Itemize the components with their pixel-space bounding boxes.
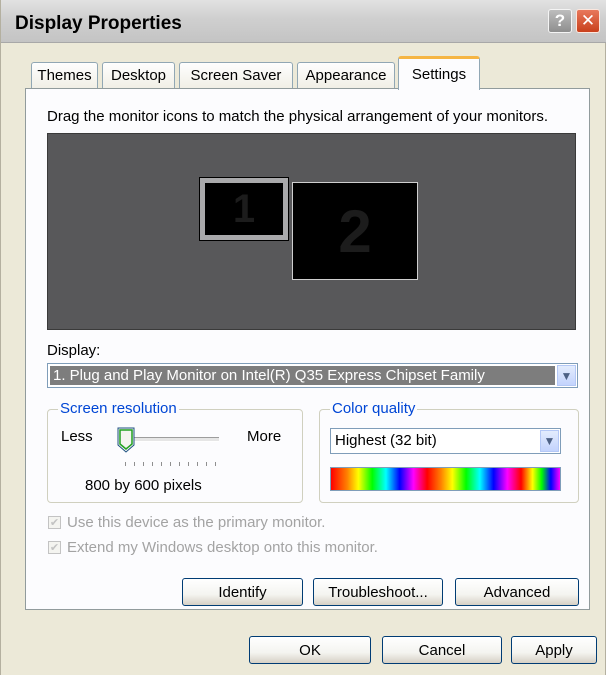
display-properties-window: Display Properties ? ✕ Themes Desktop Sc… bbox=[0, 0, 606, 675]
window-title: Display Properties bbox=[15, 13, 182, 34]
tab-settings[interactable]: Settings bbox=[398, 56, 480, 90]
checkmark-icon: ✔ bbox=[48, 516, 61, 529]
resolution-slider-ticks bbox=[125, 462, 221, 466]
resolution-more-label: More bbox=[247, 428, 282, 445]
screen-resolution-title: Screen resolution bbox=[58, 400, 179, 417]
color-quality-title: Color quality bbox=[330, 400, 418, 417]
resolution-slider-track[interactable] bbox=[121, 437, 219, 442]
display-select[interactable]: 1. Plug and Play Monitor on Intel(R) Q35… bbox=[47, 363, 578, 388]
tab-themes[interactable]: Themes bbox=[31, 62, 98, 88]
color-quality-value: Highest (32 bit) bbox=[335, 432, 437, 449]
chevron-down-icon[interactable]: ▼ bbox=[540, 430, 559, 452]
apply-button[interactable]: Apply bbox=[511, 636, 597, 664]
tab-desktop[interactable]: Desktop bbox=[102, 62, 175, 88]
title-bar[interactable]: Display Properties ? ✕ bbox=[1, 0, 606, 43]
troubleshoot-button[interactable]: Troubleshoot... bbox=[313, 578, 443, 606]
primary-monitor-checkbox[interactable]: ✔ Use this device as the primary monitor… bbox=[48, 514, 325, 531]
extend-desktop-label: Extend my Windows desktop onto this moni… bbox=[67, 539, 378, 556]
identify-button[interactable]: Identify bbox=[182, 578, 303, 606]
help-icon: ? bbox=[554, 11, 566, 30]
close-button[interactable]: ✕ bbox=[576, 9, 600, 33]
cancel-button[interactable]: Cancel bbox=[382, 636, 502, 664]
instruction-text: Drag the monitor icons to match the phys… bbox=[47, 108, 549, 125]
color-quality-preview bbox=[330, 467, 561, 491]
advanced-button[interactable]: Advanced bbox=[455, 578, 579, 606]
resolution-slider-thumb[interactable] bbox=[117, 427, 135, 453]
display-label: Display: bbox=[47, 342, 101, 359]
help-button[interactable]: ? bbox=[548, 9, 572, 33]
display-select-value: 1. Plug and Play Monitor on Intel(R) Q35… bbox=[50, 366, 555, 385]
close-icon: ✕ bbox=[580, 11, 596, 30]
tab-appearance[interactable]: Appearance bbox=[297, 62, 395, 88]
monitor-2-number: 2 bbox=[338, 197, 372, 265]
monitor-arrangement-area[interactable]: 1 2 bbox=[47, 133, 576, 330]
monitor-2-icon[interactable]: 2 bbox=[292, 182, 418, 280]
primary-monitor-label: Use this device as the primary monitor. bbox=[67, 514, 326, 531]
monitor-1-icon[interactable]: 1 bbox=[199, 177, 289, 241]
resolution-value: 800 by 600 pixels bbox=[85, 477, 202, 494]
monitor-1-number: 1 bbox=[232, 186, 256, 231]
tab-screen-saver[interactable]: Screen Saver bbox=[179, 62, 293, 88]
extend-desktop-checkbox[interactable]: ✔ Extend my Windows desktop onto this mo… bbox=[48, 539, 378, 556]
resolution-less-label: Less bbox=[61, 428, 93, 445]
ok-button[interactable]: OK bbox=[249, 636, 371, 664]
checkmark-icon: ✔ bbox=[48, 541, 61, 554]
color-quality-select[interactable]: Highest (32 bit) ▼ bbox=[330, 428, 561, 454]
chevron-down-icon[interactable]: ▼ bbox=[557, 365, 576, 386]
